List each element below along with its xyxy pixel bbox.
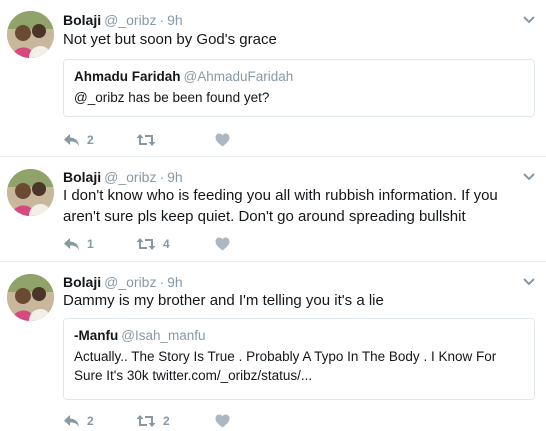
reply-button[interactable]: 1 [63,235,94,253]
quoted-tweet-text: @_oribz has be been found yet? [74,90,270,105]
tweet-text: Not yet but soon by God's grace [63,31,277,48]
reply-count: 2 [87,133,94,147]
tweet[interactable]: Bolaji @_oribz · 9h Not yet but soon by God… [0,0,546,157]
heart-icon [215,133,230,147]
quoted-display-name: Ahmadu Faridah [74,69,181,84]
separator-dot: · [159,12,165,28]
tweet[interactable]: Bolaji @_oribz · 9h Dammy is my brother and… [0,262,546,431]
retweet-count: 4 [163,237,170,251]
heart-icon [215,414,230,428]
avatar[interactable] [7,169,54,216]
retweet-button[interactable]: 2 [136,412,170,430]
timestamp[interactable]: 9h [167,12,183,28]
reply-count: 2 [87,414,94,428]
retweet-icon [136,238,156,250]
reply-icon [64,238,79,250]
chevron-down-icon[interactable] [522,277,536,287]
username[interactable]: @_oribz [104,274,156,290]
retweet-icon [136,415,156,427]
quoted-tweet-text: Actually.. The Story Is True . Probably … [74,349,497,383]
tweet[interactable]: Bolaji @_oribz · 9h I don't know who is fee… [0,157,546,262]
quoted-tweet-header: Ahmadu Faridah @AhmaduFaridah [74,69,524,84]
quoted-display-name: -Manfu [74,328,119,343]
tweet-text: I don't know who is feeding you all with… [63,187,498,225]
timestamp[interactable]: 9h [167,169,183,185]
reply-icon [64,415,79,427]
display-name[interactable]: Bolaji [63,169,101,185]
retweet-count: 2 [163,414,170,428]
quoted-tweet[interactable]: -Manfu @Isah_manfu Actually.. The Story I… [63,318,535,400]
heart-icon [215,237,230,251]
display-name[interactable]: Bolaji [63,12,101,28]
separator-dot: · [159,169,165,185]
tweet-header: Bolaji @_oribz · 9h [63,274,183,290]
tweet-text: Dammy is my brother and I'm telling you … [63,292,384,309]
retweet-button[interactable] [136,131,163,149]
timestamp[interactable]: 9h [167,274,183,290]
quoted-tweet-header: -Manfu @Isah_manfu [74,328,524,343]
username[interactable]: @_oribz [104,12,156,28]
reply-button[interactable]: 2 [63,412,94,430]
reply-icon [64,134,79,146]
like-button[interactable] [215,412,237,430]
like-button[interactable] [215,131,237,149]
like-button[interactable] [215,235,237,253]
quoted-username: @AhmaduFaridah [183,69,294,84]
retweet-button[interactable]: 4 [136,235,170,253]
chevron-down-icon[interactable] [522,15,536,25]
separator-dot: · [159,274,165,290]
quoted-username: @Isah_manfu [121,328,206,343]
display-name[interactable]: Bolaji [63,274,101,290]
tweet-header: Bolaji @_oribz · 9h [63,169,183,185]
reply-count: 1 [87,237,94,251]
quoted-tweet[interactable]: Ahmadu Faridah @AhmaduFaridah @_oribz has… [63,59,535,117]
avatar[interactable] [7,11,54,58]
chevron-down-icon[interactable] [522,172,536,182]
username[interactable]: @_oribz [104,169,156,185]
avatar[interactable] [7,274,54,321]
reply-button[interactable]: 2 [63,131,94,149]
tweet-header: Bolaji @_oribz · 9h [63,12,183,28]
retweet-icon [136,134,156,146]
